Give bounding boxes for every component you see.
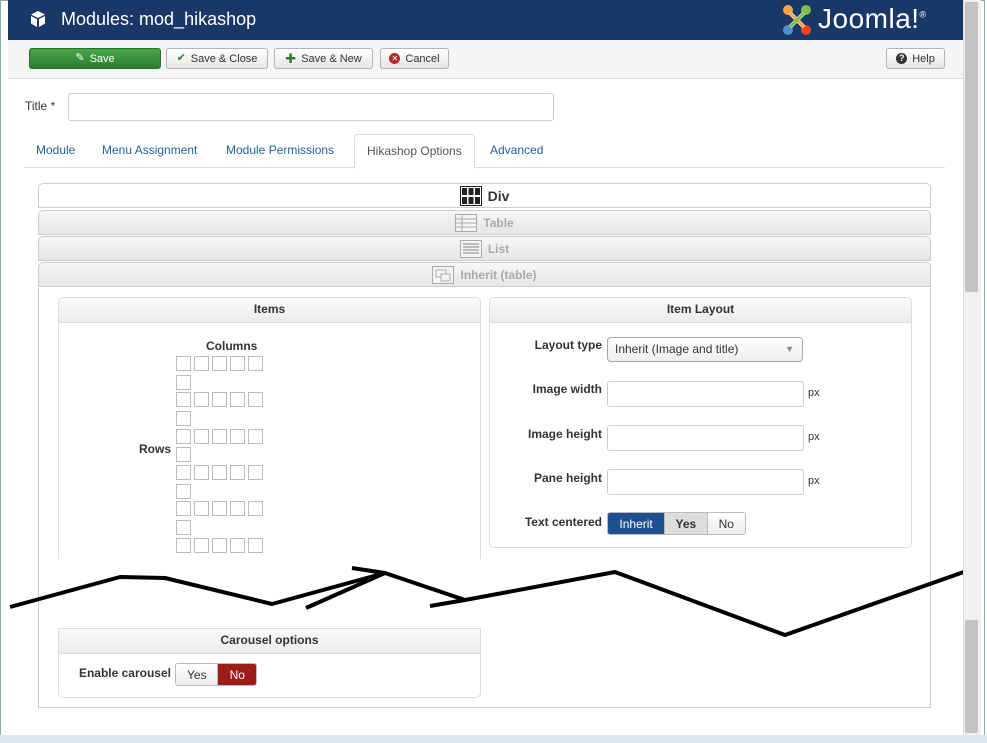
tab-menu-assignment[interactable]: Menu Assignment <box>90 134 209 166</box>
grid-cell[interactable] <box>230 356 245 371</box>
item-layout-box: Item Layout <box>489 297 912 548</box>
grid-cell[interactable] <box>212 429 227 444</box>
text-centered-yes-option[interactable]: Yes <box>664 513 707 534</box>
grid-cell[interactable] <box>176 520 191 535</box>
grid-cell[interactable] <box>176 538 191 553</box>
grid-cell[interactable] <box>212 356 227 371</box>
table-icon <box>455 213 478 232</box>
question-circle-icon: ? <box>896 53 908 64</box>
image-height-input[interactable] <box>607 425 804 451</box>
grid-cell[interactable] <box>194 465 209 480</box>
header-bar: Modules: mod_hikashop Joomla!® <box>8 0 963 40</box>
grid-cell[interactable] <box>212 538 227 553</box>
grid-cell[interactable] <box>248 538 263 553</box>
chevron-down-icon: ▼ <box>785 344 794 354</box>
image-width-input[interactable] <box>607 381 804 407</box>
cube-icon <box>31 11 45 27</box>
joomla-logo-text: Joomla!® <box>818 3 927 34</box>
text-centered-toggle: Inherit Yes No <box>607 512 746 535</box>
grid-cell[interactable] <box>248 429 263 444</box>
list-icon <box>459 239 482 258</box>
layout-type-label: Layout type <box>534 338 602 352</box>
items-box: Items <box>58 297 481 559</box>
grid-cell[interactable] <box>194 356 209 371</box>
save-new-button[interactable]: ✚ Save & New <box>274 48 373 69</box>
mode-div[interactable]: Div <box>38 183 931 208</box>
grid-cell[interactable] <box>248 356 263 371</box>
mode-list[interactable]: List <box>38 236 931 261</box>
carousel-yes-option[interactable]: Yes <box>176 664 218 685</box>
mode-table[interactable]: Table <box>38 210 931 235</box>
grid-cell[interactable] <box>176 429 191 444</box>
image-height-label: Image height <box>527 427 602 441</box>
grid-cell[interactable] <box>230 392 245 407</box>
grid-cell[interactable] <box>176 447 191 462</box>
pane-height-input[interactable] <box>607 469 804 495</box>
title-label: Title * <box>25 99 56 113</box>
grid-cell[interactable] <box>176 501 191 516</box>
tab-module-permissions[interactable]: Module Permissions <box>214 134 346 166</box>
tab-hikashop-options[interactable]: Hikashop Options <box>354 134 475 169</box>
scrollbar-thumb-top[interactable] <box>965 2 978 292</box>
grid-cell[interactable] <box>176 484 191 499</box>
columns-label: Columns <box>206 339 258 353</box>
grid-cell[interactable] <box>194 538 209 553</box>
grid-cell[interactable] <box>176 375 191 390</box>
page-title: Modules: mod_hikashop <box>61 9 257 29</box>
enable-carousel-toggle: Yes No <box>175 663 257 686</box>
grid-cell[interactable] <box>212 501 227 516</box>
scrollbar-thumb-bottom[interactable] <box>965 620 978 733</box>
cancel-button[interactable]: ✕ Cancel <box>380 48 449 69</box>
grid-cell[interactable] <box>230 501 245 516</box>
grid-cell[interactable] <box>194 501 209 516</box>
image-height-unit: px <box>808 431 820 443</box>
tab-bar: Module Menu Assignment Module Permission… <box>24 134 945 169</box>
grid-cell[interactable] <box>176 411 191 426</box>
text-centered-label: Text centered <box>524 515 602 529</box>
joomla-logo-icon <box>783 5 811 35</box>
rows-label: Rows <box>139 442 172 456</box>
grid-cell[interactable] <box>212 392 227 407</box>
items-title: Items <box>59 298 480 323</box>
title-input[interactable] <box>68 93 554 121</box>
text-centered-no-option[interactable]: No <box>706 513 745 534</box>
plus-icon: ✚ <box>285 51 297 66</box>
tab-advanced[interactable]: Advanced <box>478 134 555 166</box>
grid-cell[interactable] <box>176 356 191 371</box>
layout-type-select[interactable]: Inherit (Image and title) ▼ <box>607 337 803 362</box>
grid-cell[interactable] <box>248 465 263 480</box>
image-width-label: Image width <box>532 382 602 396</box>
tab-module[interactable]: Module <box>24 134 87 166</box>
grid-cell[interactable] <box>194 392 209 407</box>
inherit-icon <box>432 265 455 284</box>
item-layout-title: Item Layout <box>490 298 911 323</box>
help-button[interactable]: ? Help <box>886 48 945 69</box>
pane-height-unit: px <box>808 475 820 487</box>
grid-cell[interactable] <box>248 392 263 407</box>
carousel-no-option[interactable]: No <box>217 664 256 685</box>
grid-cell[interactable] <box>230 538 245 553</box>
text-centered-inherit-option[interactable]: Inherit <box>608 513 665 534</box>
check-icon: ✔ <box>176 52 186 64</box>
save-button[interactable]: ✎ Save <box>29 48 161 69</box>
pane-height-label: Pane height <box>533 471 602 485</box>
enable-carousel-label: Enable carousel <box>78 666 171 680</box>
toolbar: ✎ Save ✔ Save & Close ✚ Save & New ✕ Can… <box>8 40 963 79</box>
grid-cell[interactable] <box>212 465 227 480</box>
window-bottom-edge <box>0 735 987 743</box>
carousel-title: Carousel options <box>59 628 480 654</box>
carousel-box: Carousel options <box>58 628 481 698</box>
grid-cell[interactable] <box>230 465 245 480</box>
grid-cell[interactable] <box>248 501 263 516</box>
cancel-circle-icon: ✕ <box>389 53 401 64</box>
image-width-unit: px <box>808 387 820 399</box>
edit-icon: ✎ <box>75 52 85 64</box>
save-close-button[interactable]: ✔ Save & Close <box>166 48 268 69</box>
mode-inherit[interactable]: Inherit (table) <box>38 262 931 287</box>
grid-cell[interactable] <box>230 429 245 444</box>
grid-cell[interactable] <box>176 465 191 480</box>
grid-cell[interactable] <box>194 429 209 444</box>
grid-layout-icon <box>459 185 482 206</box>
grid-cell[interactable] <box>176 392 191 407</box>
